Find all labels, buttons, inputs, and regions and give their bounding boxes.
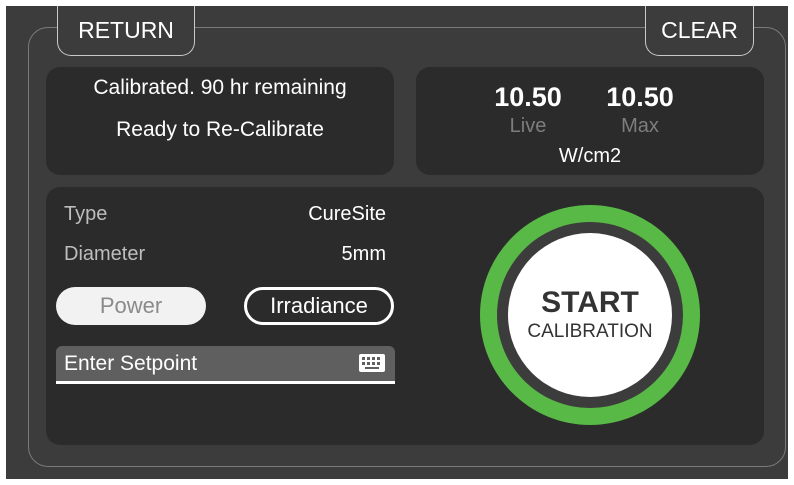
keyboard-icon[interactable]: [359, 354, 385, 372]
start-calibration-button[interactable]: START CALIBRATION: [480, 205, 700, 425]
power-readings-panel: 10.50 Live 10.50 Max W/cm2: [416, 67, 764, 175]
max-value: 10.50: [606, 82, 674, 112]
start-title: START: [541, 286, 639, 319]
start-button-face[interactable]: START CALIBRATION: [508, 233, 672, 397]
calibration-main-panel: Type CureSite Diameter 5mm Power Irradia…: [46, 187, 764, 445]
diameter-row: Diameter 5mm: [64, 243, 386, 273]
return-button[interactable]: RETURN: [57, 6, 195, 56]
diameter-value: 5mm: [341, 243, 386, 265]
power-mode-label: Power: [99, 293, 163, 318]
return-button-label: RETURN: [78, 17, 174, 43]
power-mode-button[interactable]: Power: [56, 287, 206, 325]
live-label: Live: [509, 115, 547, 137]
type-value: CureSite: [308, 203, 386, 225]
diameter-label: Diameter: [64, 243, 146, 265]
setpoint-placeholder: Enter Setpoint: [64, 352, 198, 375]
clear-button[interactable]: CLEAR: [645, 6, 754, 56]
recalibrate-status-text: Ready to Re-Calibrate: [116, 118, 324, 141]
live-reading: 10.50 Live: [478, 81, 578, 139]
max-reading: 10.50 Max: [590, 81, 690, 139]
type-label: Type: [64, 203, 108, 225]
irradiance-mode-label: Irradiance: [270, 293, 368, 318]
clear-button-label: CLEAR: [661, 17, 738, 43]
unit-label: W/cm2: [558, 145, 622, 167]
start-subtitle: CALIBRATION: [527, 321, 653, 342]
calibration-status-panel: Calibrated. 90 hr remaining Ready to Re-…: [46, 67, 394, 175]
calibration-status-text: Calibrated. 90 hr remaining: [93, 76, 347, 99]
irradiance-mode-button[interactable]: Irradiance: [244, 287, 394, 325]
calibration-screen: RETURN CLEAR Calibrated. 90 hr remaining…: [6, 6, 788, 479]
live-value: 10.50: [494, 82, 562, 112]
max-label: Max: [621, 115, 659, 137]
setpoint-input[interactable]: Enter Setpoint: [56, 346, 395, 384]
type-row: Type CureSite: [64, 203, 386, 233]
